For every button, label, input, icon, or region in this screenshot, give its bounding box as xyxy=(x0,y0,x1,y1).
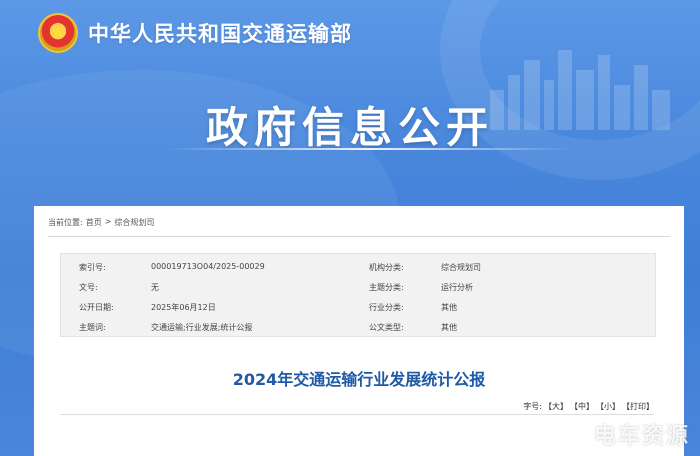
metadata-value: 交通运输;行业发展;统计公报 xyxy=(151,323,253,332)
divider xyxy=(48,236,670,237)
font-small-button[interactable]: 【小】 xyxy=(596,401,620,412)
metadata-label: 行业分类: xyxy=(369,303,404,312)
metadata-value: 其他 xyxy=(441,323,457,332)
metadata-label: 主题词: xyxy=(79,323,106,332)
metadata-row: 主题词: 交通运输;行业发展;统计公报 公文类型: 其他 xyxy=(61,316,655,336)
metadata-label: 公开日期: xyxy=(79,303,114,312)
metadata-label: 索引号: xyxy=(79,263,106,272)
breadcrumb-separator: > xyxy=(104,217,112,226)
metadata-value: 其他 xyxy=(441,303,457,312)
site-brand[interactable]: 中华人民共和国交通运输部 xyxy=(38,11,352,55)
divider xyxy=(60,414,654,415)
metadata-label: 主题分类: xyxy=(369,283,404,292)
metadata-value: 运行分析 xyxy=(441,283,473,292)
watermark: 电车资源 xyxy=(593,424,690,449)
breadcrumb: 当前位置: 首页 > 综合规划司 xyxy=(48,217,154,228)
metadata-row: 公开日期: 2025年06月12日 行业分类: 其他 xyxy=(61,296,655,316)
font-size-controls: 字号: 【大】 【中】 【小】 【打印】 xyxy=(523,401,654,412)
ministry-name: 中华人民共和国交通运输部 xyxy=(88,22,352,46)
title-divider xyxy=(168,148,572,150)
breadcrumb-home-link[interactable]: 首页 xyxy=(86,217,102,228)
print-button[interactable]: 【打印】 xyxy=(622,401,654,412)
metadata-value: 2025年06月12日 xyxy=(151,303,216,312)
metadata-label: 文号: xyxy=(79,283,98,292)
metadata-value: 综合规划司 xyxy=(441,263,481,272)
metadata-value: 无 xyxy=(151,283,159,292)
content-panel: 当前位置: 首页 > 综合规划司 索引号: 000019713O04/2025-… xyxy=(34,206,684,456)
metadata-row: 索引号: 000019713O04/2025-00029 机构分类: 综合规划司 xyxy=(61,256,655,276)
document-title: 2024年交通运输行业发展统计公报 xyxy=(232,370,486,389)
metadata-value: 000019713O04/2025-00029 xyxy=(151,262,265,271)
font-size-label: 字号: xyxy=(523,402,542,411)
breadcrumb-current-link[interactable]: 综合规划司 xyxy=(114,217,154,228)
page-title: 政府信息公开 xyxy=(205,103,494,152)
font-large-button[interactable]: 【大】 xyxy=(544,401,568,412)
breadcrumb-prefix: 当前位置: xyxy=(48,218,83,227)
national-emblem-icon xyxy=(38,13,78,53)
metadata-label: 公文类型: xyxy=(369,323,404,332)
document-metadata-table: 索引号: 000019713O04/2025-00029 机构分类: 综合规划司… xyxy=(60,253,656,337)
font-medium-button[interactable]: 【中】 xyxy=(570,401,594,412)
metadata-label: 机构分类: xyxy=(369,263,404,272)
metadata-row: 文号: 无 主题分类: 运行分析 xyxy=(61,276,655,296)
